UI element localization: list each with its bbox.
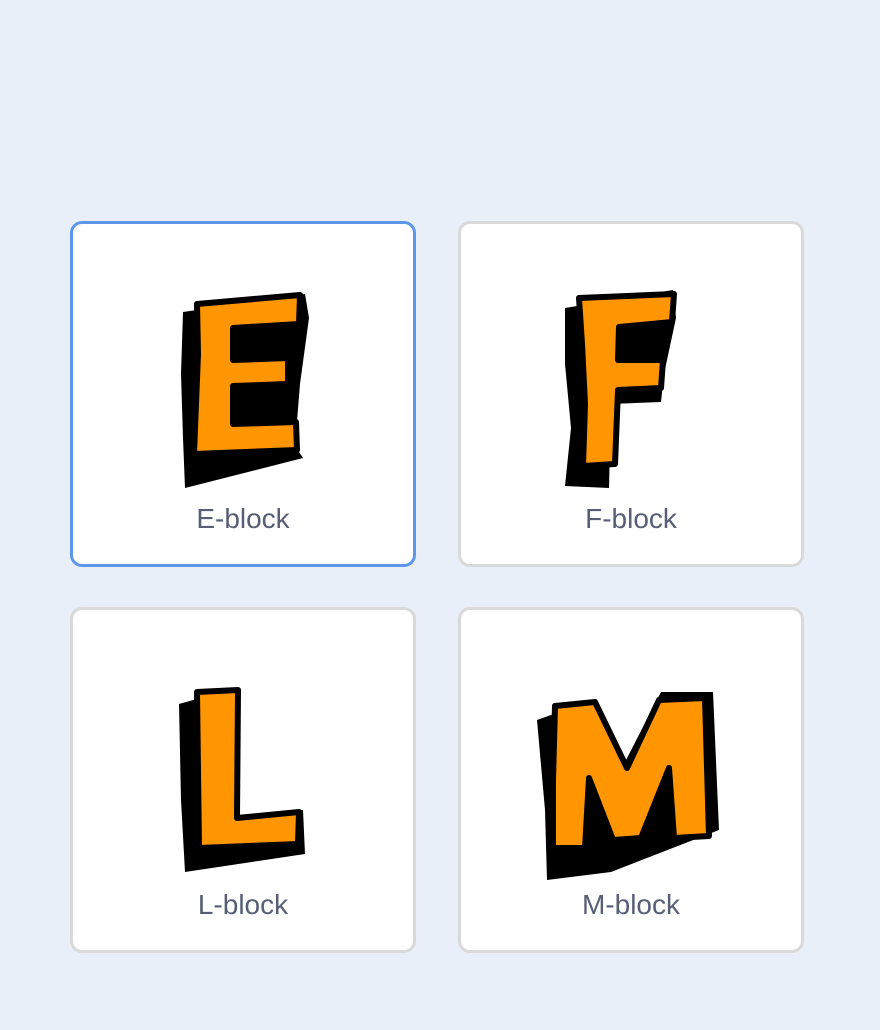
sprite-card-m-block[interactable]: M-block bbox=[458, 607, 804, 953]
sprite-card-f-block[interactable]: F-block bbox=[458, 221, 804, 567]
sprite-label: E-block bbox=[196, 503, 290, 534]
sprite-card-e-block[interactable]: E-block bbox=[70, 221, 416, 567]
sprite-label: F-block bbox=[585, 503, 677, 534]
sprite-card-l-block[interactable]: L-block bbox=[70, 607, 416, 953]
sprite-label: M-block bbox=[581, 889, 680, 920]
sprite-label: L-block bbox=[197, 889, 289, 920]
sprite-grid: E-block F-block L-block M-block bbox=[70, 221, 810, 961]
